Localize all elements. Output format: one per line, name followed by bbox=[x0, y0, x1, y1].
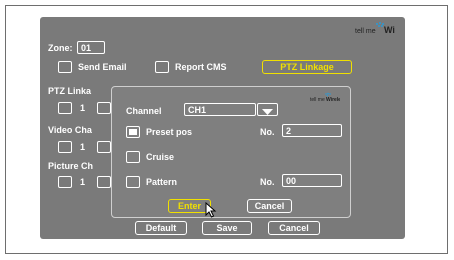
footer-cancel-button[interactable]: Cancel bbox=[268, 221, 320, 235]
ptz-linkage-dialog: tell me Wireless Channel CH1 Preset pos … bbox=[111, 86, 351, 218]
chevron-down-icon bbox=[262, 109, 273, 115]
dialog-cancel-button[interactable]: Cancel bbox=[247, 199, 292, 213]
send-email-label: Send Email bbox=[78, 62, 127, 72]
brand-logo-small: tell me Wireless bbox=[310, 89, 347, 107]
svg-text:tell me: tell me bbox=[355, 28, 376, 35]
video-channel-1-checkbox[interactable] bbox=[58, 141, 72, 153]
save-button[interactable]: Save bbox=[202, 221, 252, 235]
preset-no-label: No. bbox=[260, 127, 275, 137]
pattern-label: Pattern bbox=[146, 177, 178, 187]
channel-value: CH1 bbox=[188, 105, 207, 115]
channel-label: Channel bbox=[126, 106, 162, 116]
ptz-linkage-button[interactable]: PTZ Linkage bbox=[262, 60, 352, 74]
channel-select[interactable]: CH1 bbox=[184, 103, 256, 116]
ptz-channel-2-checkbox[interactable] bbox=[97, 102, 111, 114]
video-channel-1-label: 1 bbox=[80, 142, 86, 152]
mouse-pointer-icon bbox=[205, 201, 217, 223]
pattern-no-field[interactable]: 00 bbox=[282, 174, 342, 187]
preset-no-value: 2 bbox=[286, 126, 292, 136]
preset-pos-label: Preset pos bbox=[146, 127, 193, 137]
default-button[interactable]: Default bbox=[135, 221, 187, 235]
checkbox-checked-mark bbox=[129, 129, 137, 135]
ptz-linkage-section-label: PTZ Linka bbox=[48, 86, 92, 96]
report-cms-label: Report CMS bbox=[175, 62, 227, 72]
brand-logo: tell me Wi bbox=[355, 21, 395, 40]
ptz-channel-1-label: 1 bbox=[80, 103, 86, 113]
picture-channel-1-checkbox[interactable] bbox=[58, 176, 72, 188]
svg-text:Wireless: Wireless bbox=[326, 97, 340, 102]
picture-channel-1-label: 1 bbox=[80, 177, 86, 187]
svg-text:Wi: Wi bbox=[384, 25, 395, 35]
ptz-channel-1-checkbox[interactable] bbox=[58, 102, 72, 114]
report-cms-checkbox[interactable] bbox=[155, 61, 169, 73]
picture-channel-2-checkbox[interactable] bbox=[97, 176, 111, 188]
preset-no-field[interactable]: 2 bbox=[282, 124, 342, 137]
pattern-no-value: 00 bbox=[286, 176, 297, 186]
pattern-no-label: No. bbox=[260, 177, 275, 187]
zone-label: Zone: bbox=[48, 43, 73, 53]
zone-field[interactable]: 01 bbox=[77, 41, 105, 54]
svg-text:tell me: tell me bbox=[310, 97, 325, 102]
picture-section-label: Picture Ch bbox=[48, 161, 94, 171]
preset-pos-checkbox[interactable] bbox=[126, 126, 140, 138]
zone-value: 01 bbox=[81, 43, 92, 53]
cruise-label: Cruise bbox=[146, 152, 175, 162]
cruise-checkbox[interactable] bbox=[126, 151, 140, 163]
send-email-checkbox[interactable] bbox=[58, 61, 72, 73]
video-section-label: Video Cha bbox=[48, 125, 92, 135]
video-channel-2-checkbox[interactable] bbox=[97, 141, 111, 153]
pattern-checkbox[interactable] bbox=[126, 176, 140, 188]
channel-dropdown-button[interactable] bbox=[257, 103, 278, 116]
